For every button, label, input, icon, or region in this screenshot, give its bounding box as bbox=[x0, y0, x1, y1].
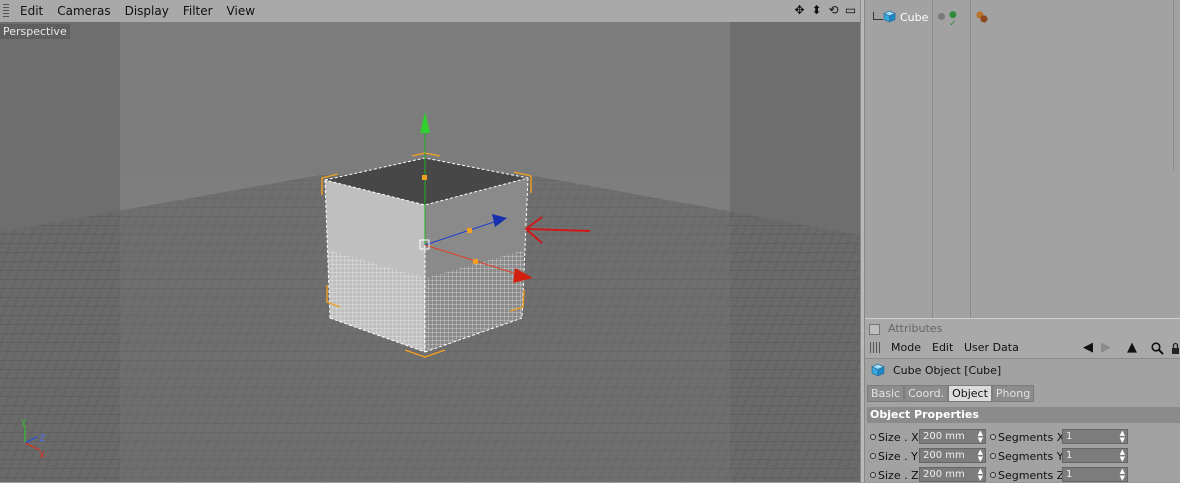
attributes-object-header: Cube Object [Cube] bbox=[865, 360, 1180, 380]
axis-label-x: X bbox=[39, 451, 45, 461]
animation-dot-icon[interactable] bbox=[990, 472, 996, 478]
spinner-arrows-icon[interactable]: ▲ ▼ bbox=[978, 468, 983, 482]
menu-filter[interactable]: Filter bbox=[176, 0, 220, 22]
viewport-scene[interactable]: Y Z X bbox=[0, 22, 860, 482]
z-scale-point[interactable] bbox=[467, 228, 472, 233]
menu-display[interactable]: Display bbox=[118, 0, 176, 22]
material-tag-icon[interactable] bbox=[975, 10, 989, 24]
segments-z-value: 1 bbox=[1066, 469, 1073, 480]
spinner-arrows-icon[interactable]: ▲ ▼ bbox=[1120, 449, 1125, 463]
property-row-size-x: Size . X 200 mm ▲ ▼ Segments X 1 ▲ ▼ bbox=[865, 429, 1180, 445]
property-row-size-y: Size . Y 200 mm ▲ ▼ Segments Y 1 ▲ ▼ bbox=[865, 448, 1180, 464]
object-name[interactable]: Cube bbox=[900, 11, 928, 24]
size-z-label: Size . Z bbox=[878, 469, 919, 482]
lock-icon[interactable] bbox=[1171, 342, 1180, 355]
object-manager: Cube ● ✓ bbox=[865, 0, 1180, 318]
size-y-value: 200 mm bbox=[923, 450, 965, 461]
spinner-arrows-icon[interactable]: ▲ ▼ bbox=[1120, 430, 1125, 444]
attributes-menubar: Mode Edit User Data ◀ ▶ ▲ bbox=[865, 338, 1180, 359]
size-x-value: 200 mm bbox=[923, 431, 965, 442]
attr-menu-edit[interactable]: Edit bbox=[932, 341, 953, 354]
attributes-titlebar: Attributes bbox=[865, 318, 1180, 340]
menu-view[interactable]: View bbox=[220, 0, 262, 22]
move-view-icon[interactable]: ✥ bbox=[792, 3, 807, 18]
tab-basic[interactable]: Basic bbox=[867, 385, 905, 402]
size-x-label: Size . X bbox=[878, 431, 919, 444]
animation-dot-icon[interactable] bbox=[990, 453, 996, 459]
object-manager-scroll-edge bbox=[1173, 0, 1174, 170]
tab-coord[interactable]: Coord. bbox=[904, 385, 949, 402]
size-y-field[interactable]: 200 mm ▲ ▼ bbox=[919, 448, 986, 463]
attr-menu-user-data[interactable]: User Data bbox=[964, 341, 1019, 354]
dolly-view-icon[interactable]: ⬍ bbox=[809, 3, 824, 18]
attributes-manager: Attributes Mode Edit User Data ◀ ▶ ▲ Cub… bbox=[865, 318, 1180, 482]
segments-y-value: 1 bbox=[1066, 450, 1073, 461]
segments-y-field[interactable]: 1 ▲ ▼ bbox=[1062, 448, 1128, 463]
size-z-field[interactable]: 200 mm ▲ ▼ bbox=[919, 467, 986, 482]
viewport-panel[interactable]: Edit Cameras Display Filter View ✥ ⬍ ⟲ ▭ bbox=[0, 0, 860, 482]
size-z-value: 200 mm bbox=[923, 469, 965, 480]
animation-dot-icon[interactable] bbox=[870, 434, 876, 440]
axis-label-z: Z bbox=[39, 434, 45, 444]
segments-x-label: Segments X bbox=[998, 431, 1065, 444]
forward-icon[interactable]: ▶ bbox=[1101, 340, 1111, 355]
menu-cameras[interactable]: Cameras bbox=[50, 0, 117, 22]
animation-dot-icon[interactable] bbox=[990, 434, 996, 440]
object-row-cube[interactable]: Cube ● ✓ bbox=[865, 6, 1180, 29]
attributes-title: Attributes bbox=[888, 322, 943, 335]
viewport-nav-icons: ✥ ⬍ ⟲ ▭ bbox=[792, 3, 858, 18]
segments-x-value: 1 bbox=[1066, 431, 1073, 442]
object-name-column bbox=[865, 0, 933, 318]
viewport-menubar: Edit Cameras Display Filter View ✥ ⬍ ⟲ ▭ bbox=[0, 0, 860, 23]
property-row-size-z: Size . Z 200 mm ▲ ▼ Segments Z 1 ▲ ▼ bbox=[865, 467, 1180, 483]
maximize-view-icon[interactable]: ▭ bbox=[843, 3, 858, 18]
search-icon[interactable] bbox=[1151, 342, 1164, 355]
segments-x-field[interactable]: 1 ▲ ▼ bbox=[1062, 429, 1128, 444]
spinner-arrows-icon[interactable]: ▲ ▼ bbox=[978, 449, 983, 463]
size-y-label: Size . Y bbox=[878, 450, 918, 463]
x-scale-point[interactable] bbox=[473, 259, 478, 264]
object-header-title: Cube Object [Cube] bbox=[893, 364, 1002, 377]
axis-label-y: Y bbox=[20, 419, 27, 429]
back-icon[interactable]: ◀ bbox=[1083, 340, 1093, 355]
animation-dot-icon[interactable] bbox=[870, 453, 876, 459]
section-object-properties[interactable]: Object Properties bbox=[867, 407, 1180, 423]
cube-icon bbox=[883, 10, 896, 23]
size-x-field[interactable]: 200 mm ▲ ▼ bbox=[919, 429, 986, 444]
viewport-grip-handle[interactable] bbox=[3, 4, 9, 18]
attribute-tabs: Basic Coord. Object Phong bbox=[867, 385, 1035, 402]
object-flags-column bbox=[932, 0, 971, 318]
spinner-arrows-icon[interactable]: ▲ ▼ bbox=[1120, 468, 1125, 482]
attr-menu-mode[interactable]: Mode bbox=[891, 341, 921, 354]
up-icon[interactable]: ▲ bbox=[1127, 340, 1137, 355]
layer-dot-icon[interactable] bbox=[938, 13, 945, 20]
tree-line bbox=[873, 12, 883, 20]
animation-dot-icon[interactable] bbox=[870, 472, 876, 478]
panel-toggle-box[interactable] bbox=[869, 324, 880, 335]
y-scale-point[interactable] bbox=[422, 175, 427, 180]
segments-z-label: Segments Z bbox=[998, 469, 1065, 482]
rotate-view-icon[interactable]: ⟲ bbox=[826, 3, 841, 18]
camera-label: Perspective bbox=[0, 24, 70, 39]
spinner-arrows-icon[interactable]: ▲ ▼ bbox=[978, 430, 983, 444]
tab-object[interactable]: Object bbox=[948, 385, 992, 402]
segments-z-field[interactable]: 1 ▲ ▼ bbox=[1062, 467, 1128, 482]
segments-y-label: Segments Y bbox=[998, 450, 1064, 463]
attributes-grip-handle[interactable] bbox=[870, 342, 882, 353]
tab-phong[interactable]: Phong bbox=[991, 385, 1035, 402]
cube-object-icon bbox=[871, 363, 885, 377]
menu-edit[interactable]: Edit bbox=[13, 0, 50, 22]
visibility-flags-icon[interactable]: ● ✓ bbox=[949, 11, 957, 29]
